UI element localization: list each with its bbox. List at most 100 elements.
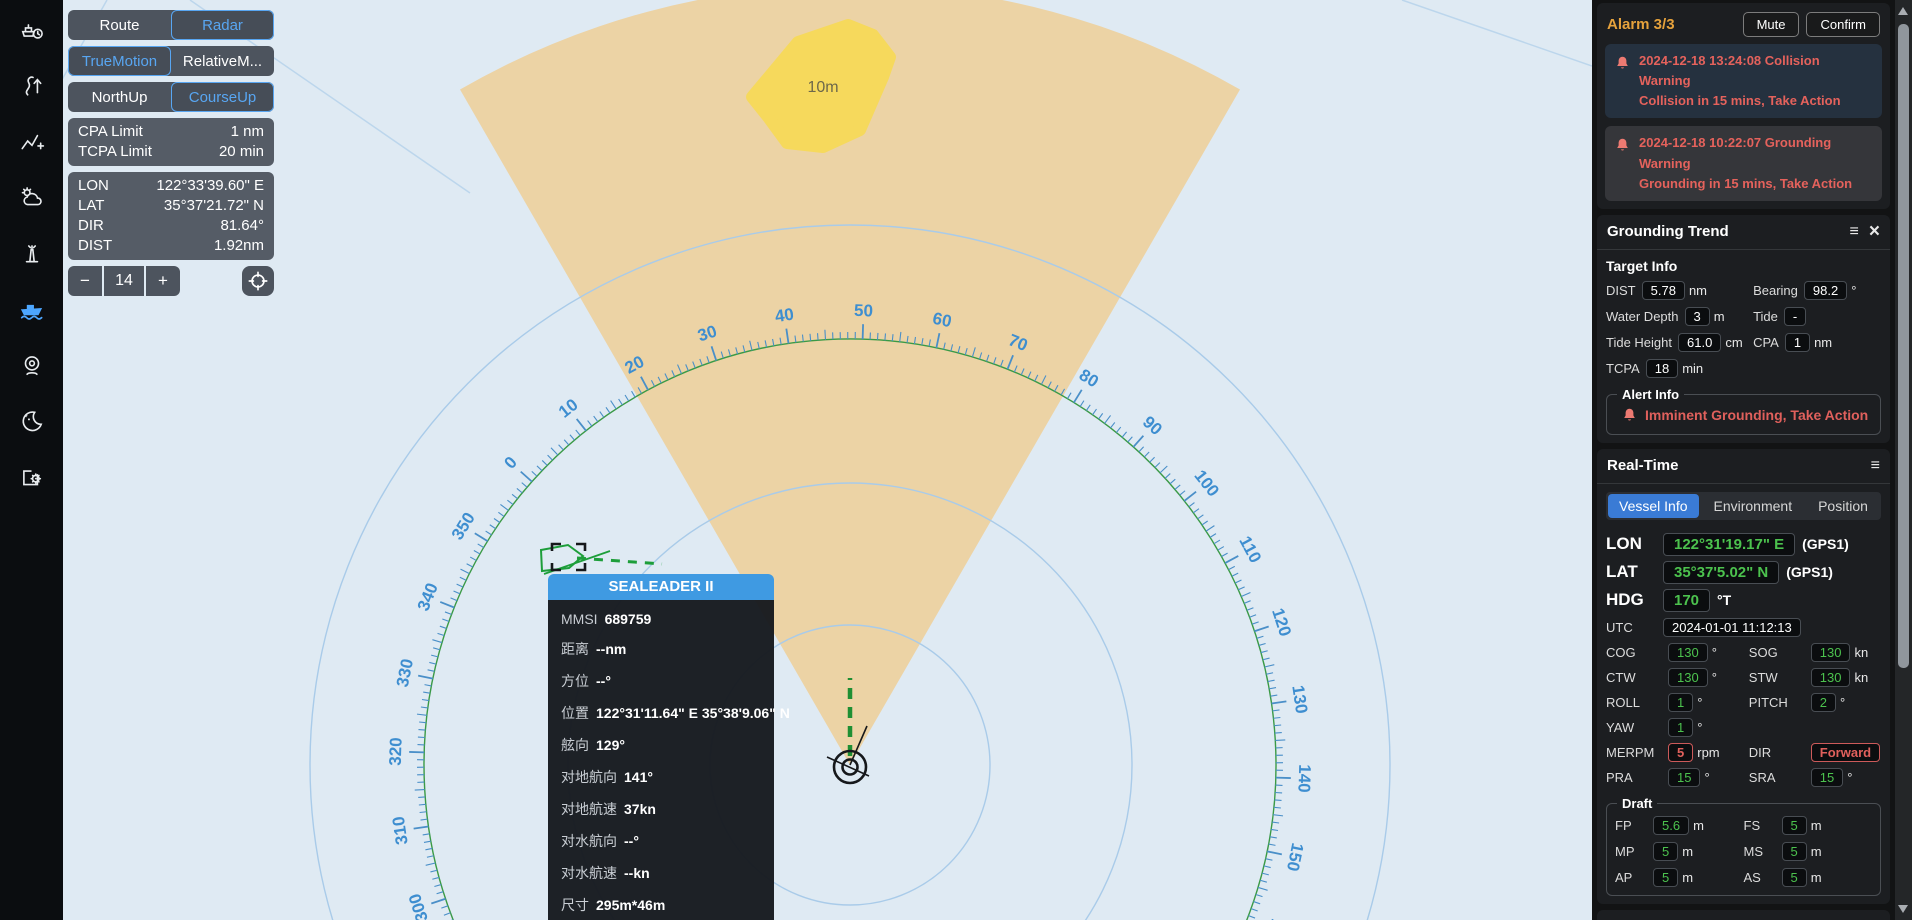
target-info-title: Target Info — [1606, 258, 1881, 274]
vessel-schedule-icon[interactable] — [19, 16, 45, 42]
alarm-time-title: 2024-12-18 10:22:07 Grounding Warning — [1639, 133, 1873, 173]
yaw-field: YAW 1 ° — [1606, 718, 1749, 737]
alarm-time-title: 2024-12-18 13:24:08 Collision Warning — [1639, 51, 1873, 91]
svg-text:310: 310 — [389, 815, 412, 846]
popup-row-ctw: 对水航向--° — [548, 825, 774, 857]
cpa-value: 1 — [1785, 333, 1810, 352]
mute-button[interactable]: Mute — [1743, 12, 1800, 37]
cursor-dist-row: DIST 1.92nm — [78, 236, 264, 256]
camera-monitor-icon[interactable] — [19, 352, 45, 378]
draft-fp-value: 5.6 — [1653, 816, 1689, 835]
cursor-lat-row: LAT 35°37'21.72" N — [78, 196, 264, 216]
alarm-item-collision[interactable]: 2024-12-18 13:24:08 Collision Warning Co… — [1605, 44, 1882, 118]
grounding-monitor-icon[interactable] — [19, 296, 45, 322]
alarm-item-grounding[interactable]: 2024-12-18 10:22:07 Grounding Warning Gr… — [1605, 126, 1882, 200]
popup-body: MMSI689759 距离--nm 方位--° 位置122°31'11.64" … — [548, 600, 774, 920]
bearing-value: 98.2 — [1804, 281, 1847, 300]
realtime-header: Real-Time ≡ — [1597, 449, 1890, 484]
relative-motion-button[interactable]: RelativeM... — [171, 46, 274, 76]
tide-height-field: Tide Height 61.0 cm — [1606, 333, 1753, 352]
sog-value: 130 — [1811, 643, 1851, 662]
popup-row-sog: 对地航速37kn — [548, 793, 774, 825]
cursor-lon-label: LON — [78, 176, 109, 196]
mode-route-button[interactable]: Route — [68, 10, 171, 40]
true-motion-button[interactable]: TrueMotion — [68, 46, 171, 76]
water-depth-value: 3 — [1685, 307, 1710, 326]
mode-toggle: Route Radar — [68, 10, 274, 40]
alert-info-legend: Alert Info — [1617, 387, 1684, 402]
tide-value: - — [1784, 307, 1806, 326]
draft-ap-value: 5 — [1653, 868, 1678, 887]
panel-scrollbar[interactable] — [1895, 0, 1912, 920]
weather-info-header: Weather Info ≡ × — [1597, 910, 1890, 920]
stw-value: 130 — [1811, 668, 1851, 687]
north-up-button[interactable]: NorthUp — [68, 82, 171, 112]
course-up-button[interactable]: CourseUp — [171, 82, 274, 112]
lon-value: 122°31'19.17" E — [1663, 533, 1795, 556]
weather-info-card: Weather Info ≡ × Overlay Display Wind Fi… — [1597, 910, 1890, 920]
track-playback-icon[interactable] — [19, 72, 45, 98]
dir-value: Forward — [1811, 743, 1880, 762]
panel-close-icon[interactable]: × — [1869, 225, 1880, 239]
yaw-spacer — [1749, 718, 1881, 737]
route-planning-icon[interactable] — [19, 128, 45, 154]
sra-field: SRA 15 ° — [1749, 768, 1881, 787]
ctw-field: CTW 130 ° — [1606, 668, 1749, 687]
svg-text:140: 140 — [1294, 764, 1314, 793]
lat-field: LAT 35°37'5.02" N (GPS1) — [1606, 561, 1881, 584]
svg-text:60: 60 — [931, 309, 953, 331]
panel-menu-icon[interactable]: ≡ — [1871, 457, 1880, 475]
limits-table: CPA Limit 1 nm TCPA Limit 20 min — [68, 118, 274, 166]
grounding-trend-card: Grounding Trend ≡ × Target Info DIST 5.7… — [1597, 215, 1890, 443]
realtime-title: Real-Time — [1607, 457, 1678, 474]
weather-icon[interactable] — [19, 184, 45, 210]
popup-row-bearing: 方位--° — [548, 665, 774, 697]
pitch-field: PITCH 2 ° — [1749, 693, 1881, 712]
popup-vessel-name: SEALEADER II — [548, 574, 774, 600]
svg-text:40: 40 — [774, 304, 795, 326]
mode-radar-button[interactable]: Radar — [171, 10, 274, 40]
night-mode-icon[interactable] — [19, 408, 45, 434]
svg-text:50: 50 — [854, 301, 873, 321]
tab-vessel-info[interactable]: Vessel Info — [1608, 494, 1699, 518]
tide-height-value: 61.0 — [1678, 333, 1721, 352]
bell-icon — [1614, 55, 1631, 72]
draft-mp-field: MP 5 m — [1615, 842, 1744, 861]
cpa-limit-value: 1 nm — [231, 122, 264, 142]
merpm-value: 5 — [1668, 743, 1693, 762]
pitch-value: 2 — [1811, 693, 1836, 712]
cursor-lon-row: LON 122°33'39.60" E — [78, 176, 264, 196]
center-ship-button[interactable] — [242, 266, 274, 296]
cog-value: 130 — [1668, 643, 1708, 662]
cursor-lon-value: 122°33'39.60" E — [156, 176, 264, 196]
zoom-out-button[interactable]: − — [68, 266, 102, 296]
tcpa-limit-label: TCPA Limit — [78, 142, 152, 162]
alarm-title: Alarm 3/3 — [1607, 16, 1675, 33]
scroll-up-arrow[interactable] — [1898, 7, 1908, 15]
app-sidebar — [0, 0, 63, 920]
sra-value: 15 — [1811, 768, 1843, 787]
draft-legend: Draft — [1617, 796, 1657, 811]
scrollbar-thumb[interactable] — [1898, 24, 1909, 668]
system-settings-icon[interactable] — [19, 464, 45, 490]
scroll-down-arrow[interactable] — [1898, 905, 1908, 913]
tcpa-value: 18 — [1646, 359, 1678, 378]
tab-environment[interactable]: Environment — [1703, 494, 1804, 518]
pra-field: PRA 15 ° — [1606, 768, 1749, 787]
draft-ms-value: 5 — [1782, 842, 1807, 861]
bell-icon — [1614, 137, 1631, 154]
panel-menu-icon[interactable]: ≡ — [1850, 223, 1859, 241]
cursor-dir-label: DIR — [78, 216, 104, 236]
tab-position[interactable]: Position — [1807, 494, 1879, 518]
alert-message: Imminent Grounding, Take Action — [1615, 405, 1872, 426]
draft-fieldset: Draft FP 5.6 m FS 5 m MP 5 m — [1606, 796, 1881, 896]
target-vessel-popup[interactable]: SEALEADER II MMSI689759 距离--nm 方位--° 位置1… — [548, 574, 774, 920]
cursor-position-table: LON 122°33'39.60" E LAT 35°37'21.72" N D… — [68, 172, 274, 260]
navigation-marks-icon[interactable] — [19, 240, 45, 266]
grounding-trend-title: Grounding Trend — [1607, 223, 1729, 240]
utc-value: 2024-01-01 11:12:13 — [1663, 618, 1801, 637]
ctw-value: 130 — [1668, 668, 1708, 687]
utc-field: UTC 2024-01-01 11:12:13 — [1606, 618, 1881, 637]
confirm-button[interactable]: Confirm — [1806, 12, 1880, 37]
zoom-in-button[interactable]: + — [146, 266, 180, 296]
